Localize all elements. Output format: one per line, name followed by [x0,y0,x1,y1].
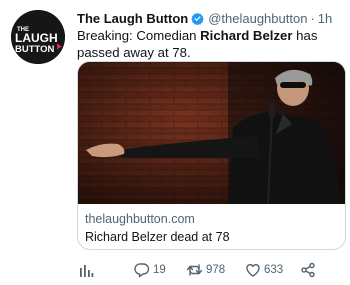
analytics-icon [80,264,94,277]
reply-count: 19 [153,264,166,276]
retweet-count: 978 [206,264,226,276]
timestamp[interactable]: 1h [318,11,332,26]
avatar[interactable]: THE LAUGH BUTTON [11,10,65,64]
tweet[interactable]: THE LAUGH BUTTON The Laugh Button @thela… [0,0,350,285]
heart-icon [246,264,260,277]
like-button[interactable]: 633 [245,260,283,280]
separator-dot: · [310,10,315,26]
retweet-button[interactable]: 978 [186,260,225,280]
avatar-text-line-3: BUTTON [15,44,55,55]
avatar-text-line-2: LAUGH [15,31,58,45]
tweet-text: Breaking: Comedian Richard Belzer has pa… [77,27,339,61]
analytics-button[interactable] [79,260,94,280]
tweet-text-bold-name: Richard Belzer [200,28,293,43]
card-domain: thelaughbutton.com [85,212,195,226]
card-title: Richard Belzer dead at 78 [85,230,230,244]
verified-badge-icon [191,12,204,25]
tweet-text-prefix: Breaking: Comedian [77,28,201,43]
tweet-header: The Laugh Button @thelaughbutton · 1h [77,9,332,27]
reply-icon [134,263,150,278]
card-image[interactable] [78,62,345,204]
share-icon [301,262,315,278]
like-count: 633 [264,264,284,276]
reply-button[interactable]: 19 [134,260,166,280]
share-button[interactable] [300,260,316,280]
action-bar: 19 978 633 [77,260,339,280]
retweet-icon [186,264,203,276]
link-card[interactable]: thelaughbutton.com Richard Belzer dead a… [77,61,346,250]
handle[interactable]: @thelaughbutton [208,11,307,26]
display-name[interactable]: The Laugh Button [77,11,188,26]
